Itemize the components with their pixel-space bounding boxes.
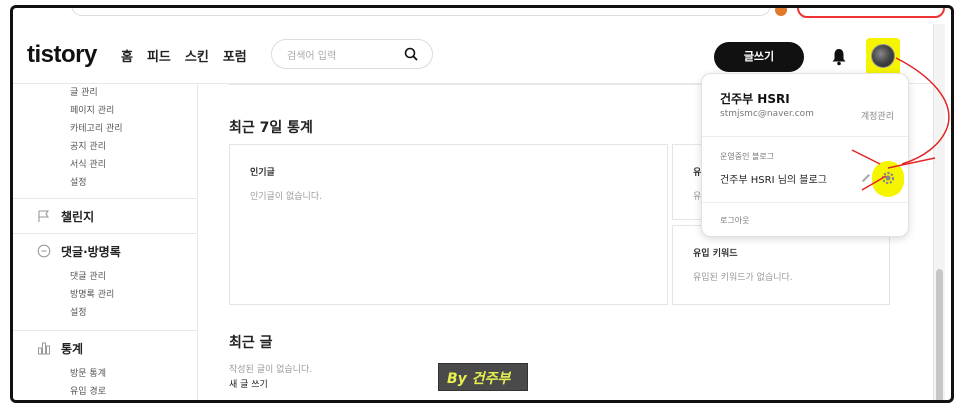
sidebar-group-challenge: 챌린지: [13, 198, 197, 233]
notification-dot-icon: [775, 8, 787, 16]
top-strip: [13, 8, 951, 24]
sidebar-group-label: 챌린지: [61, 209, 95, 224]
avatar[interactable]: [871, 44, 895, 68]
watermark: By 건주부: [438, 363, 528, 391]
sidebar-item-visits[interactable]: 방문 통계: [13, 365, 197, 383]
keywords-title: 유입 키워드: [693, 249, 738, 259]
sidebar-item-comments[interactable]: 댓글·방명록: [13, 234, 197, 268]
chart-icon: [38, 342, 50, 355]
scrollbar-thumb[interactable]: [936, 269, 943, 400]
sidebar-group-label: 댓글·방명록: [61, 244, 121, 259]
profile-name: 건주부 HSRI: [720, 92, 790, 106]
gear-icon[interactable]: [880, 170, 896, 186]
search-icon[interactable]: [404, 47, 418, 61]
recent-title: 최근 글: [229, 335, 273, 351]
watermark-text: By 건주부: [447, 371, 511, 387]
popular-empty: 인기글이 없습니다.: [250, 192, 322, 202]
scrollbar[interactable]: [933, 24, 945, 400]
sidebar-item-notices[interactable]: 공지 관리: [13, 138, 197, 156]
sidebar-item-categories[interactable]: 카테고리 관리: [13, 120, 197, 138]
sidebar-item-posts[interactable]: 글 관리: [13, 84, 197, 102]
divider: [702, 136, 908, 137]
sidebar-item-guestbook-manage[interactable]: 방명록 관리: [13, 286, 197, 304]
address-bar[interactable]: [71, 8, 771, 16]
sidebar-group-label: 통계: [61, 341, 84, 356]
flag-icon: [38, 210, 50, 222]
sidebar-group-stats: 통계 방문 통계 유입 경로: [13, 330, 197, 400]
search-input[interactable]: 검색어 입력: [271, 39, 433, 69]
main-nav: 홈 피드 스킨 포럼: [121, 46, 247, 65]
sidebar-item-settings[interactable]: 설정: [13, 174, 197, 192]
account-manage-link[interactable]: 계정관리: [861, 109, 894, 122]
popular-card: 인기글 인기글이 없습니다.: [229, 144, 668, 305]
search-placeholder: 검색어 입력: [287, 51, 337, 62]
sidebar-item-templates[interactable]: 서식 관리: [13, 156, 197, 174]
sidebar-group-comments: 댓글·방명록 댓글 관리 방명록 관리 설정: [13, 233, 197, 330]
highlighted-button[interactable]: [797, 8, 945, 18]
sidebar-item-comment-manage[interactable]: 댓글 관리: [13, 268, 197, 286]
comment-icon: [37, 244, 51, 258]
new-post-link[interactable]: 새 글 쓰기: [229, 377, 268, 390]
sidebar-item-referrers[interactable]: 유입 경로: [13, 383, 197, 400]
keywords-empty: 유입된 키워드가 없습니다.: [693, 273, 793, 283]
sidebar-item-comment-settings[interactable]: 설정: [13, 304, 197, 322]
bell-icon[interactable]: [831, 48, 847, 66]
sidebar-item-pages[interactable]: 페이지 관리: [13, 102, 197, 120]
blog-link[interactable]: 건주부 HSRI 님의 블로그: [720, 171, 827, 186]
nav-skin[interactable]: 스킨: [185, 46, 209, 65]
tistory-logo[interactable]: tistory: [27, 41, 97, 69]
write-button[interactable]: 글쓰기: [714, 42, 804, 72]
nav-forum[interactable]: 포럼: [223, 46, 247, 65]
keywords-card: 유입 키워드 유입된 키워드가 없습니다.: [672, 225, 890, 305]
pencil-icon[interactable]: [860, 172, 872, 184]
popular-title: 인기글: [250, 168, 275, 178]
nav-feed[interactable]: 피드: [147, 46, 171, 65]
stats-title: 최근 7일 통계: [229, 120, 313, 136]
blog-section-label: 운영중인 블로그: [720, 152, 775, 161]
divider: [702, 202, 908, 203]
sidebar-item-stats[interactable]: 통계: [13, 331, 197, 365]
logout-link[interactable]: 로그아웃: [720, 215, 749, 226]
profile-email: stmjsmc@naver.com: [720, 109, 814, 119]
recent-empty: 작성된 글이 없습니다.: [229, 365, 313, 375]
profile-dropdown: 건주부 HSRI stmjsmc@naver.com 계정관리 운영중인 블로그…: [701, 73, 909, 237]
sidebar: 글 관리 페이지 관리 카테고리 관리 공지 관리 서식 관리 설정 챌린지 댓…: [13, 84, 198, 400]
sidebar-item-challenge[interactable]: 챌린지: [13, 199, 197, 233]
nav-home[interactable]: 홈: [121, 46, 133, 65]
